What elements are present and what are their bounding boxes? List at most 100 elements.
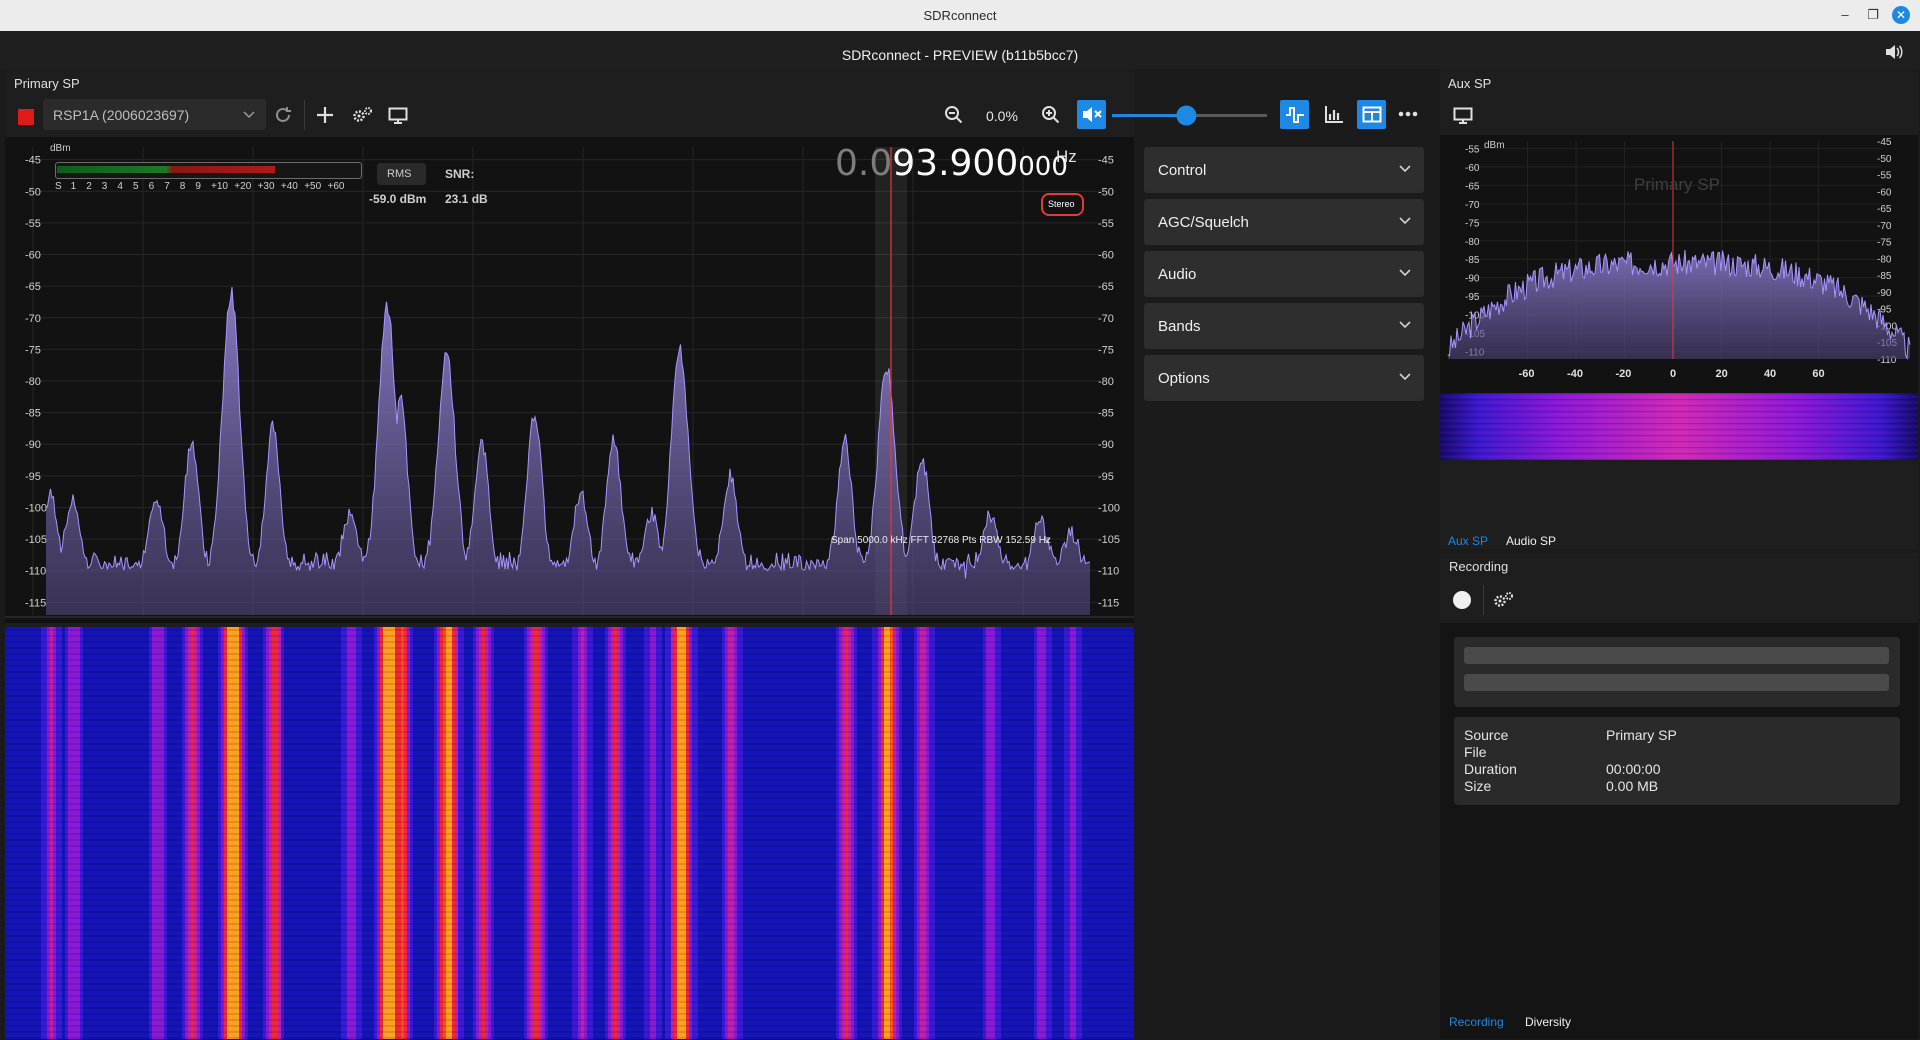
speaker-muted-icon: [1083, 107, 1102, 122]
aux-unit: dBm: [1484, 140, 1505, 151]
aux-spectrum-fill: [1448, 250, 1910, 359]
stop-button[interactable]: [18, 109, 34, 125]
aux-y-tick-label-right: -60: [1877, 187, 1892, 198]
aux-x-tick-label: 20: [1715, 368, 1727, 380]
refresh-icon[interactable]: [272, 104, 294, 126]
aux-panel-title: Aux SP: [1448, 76, 1492, 91]
app-header: SDRconnect - PREVIEW (b11b5bcc7): [0, 31, 1920, 69]
accordion-audio[interactable]: Audio: [1144, 251, 1424, 297]
y-tick-label-right: -55: [1098, 218, 1114, 230]
aux-y-tick-label: -55: [1465, 144, 1480, 155]
aux-y-tick-label: -75: [1465, 218, 1480, 229]
rms-button[interactable]: RMS: [377, 163, 426, 185]
recording-panel: Recording Source Primary SP File Duration 00…: [1440, 553, 1918, 1039]
chevron-down-icon: [1399, 165, 1411, 173]
meter-scale-label: +20: [234, 181, 252, 192]
tab-aux-sp[interactable]: Aux SP: [1448, 534, 1488, 548]
meter-scale-label: +30: [257, 181, 275, 192]
recording-progress-bar-1: [1464, 647, 1889, 664]
bar-chart-icon[interactable]: [1324, 105, 1344, 124]
meter-scale-label: +40: [280, 181, 298, 192]
tab-recording[interactable]: Recording: [1449, 1015, 1504, 1029]
y-tick-label: -85: [25, 408, 41, 420]
meter-scale-label: 2: [86, 181, 92, 192]
aux-x-tick-label: 60: [1812, 368, 1824, 380]
tab-audio-sp[interactable]: Audio SP: [1506, 534, 1556, 548]
restore-icon[interactable]: ❐: [1864, 6, 1882, 24]
y-tick-label-right: -105: [1098, 534, 1120, 546]
pulse-wave-icon: [1286, 107, 1304, 123]
aux-x-tick-label: -20: [1616, 368, 1632, 380]
y-tick-label: -100: [25, 502, 47, 514]
zoom-out-icon[interactable]: [944, 105, 964, 125]
accordion-bands[interactable]: Bands: [1144, 303, 1424, 349]
aux-y-tick-label-right: -90: [1877, 288, 1892, 299]
meter-scale-label: +10: [211, 181, 228, 192]
device-select[interactable]: RSP1A (2006023697): [43, 99, 266, 130]
add-icon[interactable]: [315, 105, 335, 125]
mute-button[interactable]: [1077, 100, 1106, 129]
aux-y-tick-label-right: -75: [1877, 238, 1892, 249]
accordion-agc-squelch[interactable]: AGC/Squelch: [1144, 199, 1424, 245]
snr-label: SNR:: [445, 167, 475, 181]
waterfall-graphic: [5, 627, 1134, 1039]
recording-progress-bar-2: [1464, 674, 1889, 691]
volume-slider[interactable]: [1112, 105, 1267, 126]
accordion-options[interactable]: Options: [1144, 355, 1424, 401]
recording-settings-icon[interactable]: [1493, 591, 1515, 609]
minimize-icon[interactable]: –: [1836, 6, 1854, 24]
primary-sp-panel: Primary SP RSP1A (2006023697) 0.0% -45 -…: [5, 71, 1418, 1039]
zoom-in-icon[interactable]: [1041, 105, 1061, 125]
y-tick-label-right: -100: [1098, 502, 1120, 514]
tab-diversity[interactable]: Diversity: [1525, 1015, 1571, 1029]
recording-key-source: Source: [1464, 727, 1509, 743]
volume-thumb[interactable]: [1176, 105, 1197, 126]
os-titlebar: SDRconnect – ❐ ✕: [0, 0, 1920, 31]
recording-value-source: Primary SP: [1606, 727, 1677, 743]
meter-scale-label: +60: [327, 181, 345, 192]
aux-monitor-icon[interactable]: [1453, 107, 1473, 124]
recording-info-card: Source Primary SP File Duration 00:00:00 Size…: [1454, 717, 1900, 805]
recording-key-duration: Duration: [1464, 761, 1517, 777]
aux-tab-bar: Aux SP Audio SP: [1441, 533, 1917, 548]
signal-meter-fill: [57, 166, 275, 173]
y-tick-label-right: -85: [1098, 408, 1114, 420]
meter-scale-label: 5: [133, 181, 139, 192]
y-tick-label: -55: [25, 218, 41, 230]
spectrum-fill: [46, 287, 1090, 615]
frequency-display[interactable]: 0.093.900000: [835, 143, 1068, 187]
layout-view-button[interactable]: [1357, 100, 1386, 129]
settings-gears-icon[interactable]: [352, 106, 374, 124]
y-tick-label-right: -95: [1098, 471, 1114, 483]
app-title: SDRconnect - PREVIEW (b11b5bcc7): [841, 47, 1079, 63]
y-tick-label-right: -50: [1098, 186, 1114, 198]
aux-spectrum[interactable]: -55-60-65-70-75-80-85-90-95-100-105-110-…: [1440, 135, 1918, 460]
y-tick-label-right: -110: [1098, 566, 1119, 578]
primary-waterfall[interactable]: [5, 627, 1134, 1039]
accordion-control[interactable]: Control: [1144, 147, 1424, 193]
chevron-down-icon: [243, 111, 255, 119]
spectrum-graph: -45 -45 -50 -50 -55 -55 -60 -60 -65 -65 -70 -70 -75 -…: [5, 147, 1134, 623]
aux-x-tick-label: -60: [1519, 368, 1535, 380]
volume-slider-graphic: [1112, 105, 1267, 126]
spectrum-view-button[interactable]: [1280, 100, 1309, 129]
aux-y-tick-label-right: -50: [1877, 154, 1892, 165]
meter-unit: dBm: [50, 143, 71, 154]
chevron-down-icon: [1399, 217, 1411, 225]
more-options-icon[interactable]: [1398, 111, 1418, 117]
aux-x-tick-label: 40: [1764, 368, 1776, 380]
frequency-unit: Hz: [1056, 147, 1077, 166]
speaker-icon[interactable]: [1884, 43, 1904, 61]
aux-y-tick-label-right: -55: [1877, 171, 1892, 182]
close-icon[interactable]: ✕: [1892, 6, 1910, 24]
monitor-icon[interactable]: [388, 107, 408, 124]
meter-scale-label: 8: [179, 181, 186, 192]
aux-sp-panel: Aux SP -55-60-65-70-75-80-85-90-95-100-1…: [1440, 71, 1918, 549]
recording-progress-card: [1454, 637, 1900, 707]
primary-spectrum[interactable]: -45 -45 -50 -50 -55 -55 -60 -60 -65 -65 -70 -70 -75 -…: [5, 137, 1134, 623]
aux-y-tick-label-right: -70: [1877, 221, 1892, 232]
chevron-down-icon: [1399, 321, 1411, 329]
record-button[interactable]: [1453, 591, 1471, 609]
rms-label: RMS: [387, 168, 412, 180]
recording-value-duration: 00:00:00: [1606, 761, 1661, 777]
